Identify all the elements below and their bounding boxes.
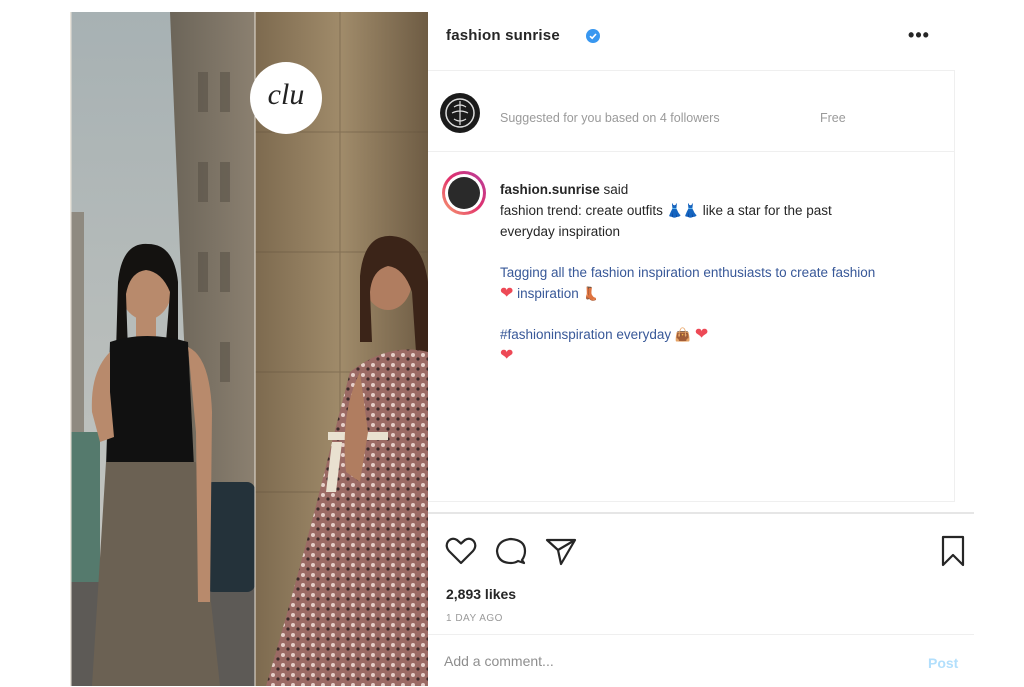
- photo-logo-text: clu: [267, 78, 305, 111]
- caption-hashtags-2[interactable]: inspiration: [517, 286, 579, 301]
- heart-emoji-icon: ❤: [694, 326, 709, 343]
- handbag-emoji-icon: 👜: [674, 327, 692, 342]
- post-comment-button[interactable]: Post: [928, 655, 958, 671]
- section-divider: [428, 512, 974, 514]
- post-image[interactable]: clu: [70, 12, 428, 686]
- caption-username[interactable]: fashion.sunrise: [500, 182, 600, 197]
- post-timestamp: 1 DAY AGO: [446, 613, 503, 624]
- post-action-bar: [428, 530, 988, 580]
- post-details-pane: fashion sunrise ••• Suggested for you ba…: [428, 0, 988, 686]
- post-photo-collage: [70, 12, 428, 686]
- comment-icon[interactable]: [494, 534, 528, 568]
- comment-bar: Post: [428, 634, 974, 687]
- dress-emoji-icon: 👗👗: [666, 203, 699, 218]
- caption-username-suffix: said: [603, 182, 629, 197]
- caption-line1: fashion trend: create outfits: [500, 203, 663, 218]
- caption-line1-rest: like a star for the past: [702, 203, 832, 218]
- heart-emoji-icon: ❤: [500, 347, 514, 364]
- caption-author-avatar[interactable]: [442, 171, 486, 215]
- caption-line2: everyday inspiration: [500, 224, 621, 239]
- suggestion-row: Suggested for you based on 4 followers F…: [428, 71, 954, 152]
- post-author-username[interactable]: fashion sunrise: [446, 27, 560, 44]
- bookmark-icon[interactable]: [936, 534, 970, 568]
- boot-emoji-icon: 👢: [582, 286, 599, 301]
- heart-icon[interactable]: [444, 534, 478, 568]
- post-caption: fashion.sunrise said fashion trend: crea…: [500, 179, 940, 366]
- caption-mention-tag[interactable]: #fashioninspiration everyday: [500, 327, 671, 342]
- suggestion-avatar[interactable]: [440, 93, 480, 133]
- suggestion-text: Suggested for you based on 4 followers: [500, 111, 720, 125]
- post-header: fashion sunrise •••: [428, 0, 988, 70]
- heart-emoji-icon: ❤: [500, 285, 514, 302]
- suggestion-action-link[interactable]: Free: [820, 111, 846, 125]
- likes-count[interactable]: 2,893 likes: [446, 586, 516, 602]
- verified-badge-icon: [586, 29, 600, 43]
- caption-hashtags[interactable]: Tagging all the fashion inspiration enth…: [500, 265, 875, 280]
- share-icon[interactable]: [544, 534, 578, 568]
- comment-input[interactable]: [444, 653, 884, 669]
- post-comments-card: Suggested for you based on 4 followers F…: [428, 70, 955, 502]
- brain-logo-icon: [445, 98, 475, 128]
- more-options-button[interactable]: •••: [904, 22, 934, 50]
